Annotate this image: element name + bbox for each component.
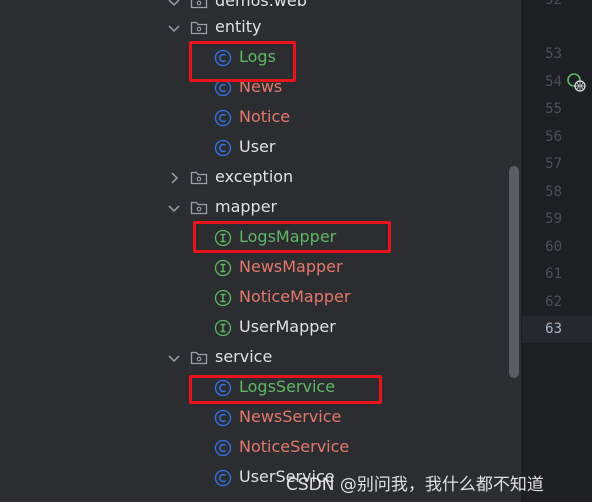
tree-item-newsmapper[interactable]: NewsMapper <box>0 253 505 283</box>
project-tree: demos.web entity Logs News Notice User except… <box>0 0 522 502</box>
line-number[interactable]: 58 <box>522 182 562 202</box>
tree-item-mapper[interactable]: mapper <box>0 193 505 223</box>
highlight-box-logsmapper <box>193 221 391 253</box>
line-number[interactable]: 62 <box>522 292 562 312</box>
chevron-right-icon[interactable] <box>166 170 182 186</box>
tree-item-noticeservice[interactable]: NoticeService <box>0 433 505 463</box>
class-icon <box>214 139 232 157</box>
tree-item-usermapper[interactable]: UserMapper <box>0 313 505 343</box>
line-number[interactable]: 55 <box>522 99 562 119</box>
tree-item-label: NoticeMapper <box>239 287 351 306</box>
tree-item-label: NewsMapper <box>239 257 343 276</box>
tree-item-label: entity <box>215 17 262 36</box>
package-folder-icon <box>190 201 208 215</box>
tree-item-label: mapper <box>215 197 278 216</box>
class-icon <box>214 439 232 457</box>
class-icon <box>214 109 232 127</box>
line-number[interactable]: 60 <box>522 237 562 257</box>
tree-item-newsservice[interactable]: NewsService <box>0 403 505 433</box>
tree-item-label: NewsService <box>239 407 342 426</box>
web-endpoint-icon[interactable] <box>566 72 586 92</box>
line-number[interactable]: 54 <box>522 72 562 92</box>
watermark: CSDN @别问我，我什么都不知道 <box>286 475 544 495</box>
tree-item-label: exception <box>215 167 294 186</box>
line-number[interactable]: 59 <box>522 209 562 229</box>
class-icon <box>214 409 232 427</box>
package-folder-icon <box>190 171 208 185</box>
line-number[interactable]: 53 <box>522 44 562 64</box>
line-number[interactable]: 52 <box>522 0 562 10</box>
tree-item-label: UserMapper <box>239 317 336 336</box>
highlight-box-logsservice <box>189 375 382 404</box>
chevron-down-icon[interactable] <box>166 200 182 216</box>
tree-item-label: demos.web <box>215 0 307 10</box>
chevron-down-icon[interactable] <box>166 0 182 10</box>
class-icon <box>214 469 232 487</box>
tree-item-label: NoticeService <box>239 437 350 456</box>
tree-item-label: service <box>215 347 273 366</box>
line-number[interactable]: 63 <box>522 319 562 339</box>
line-number[interactable]: 61 <box>522 264 562 284</box>
vertical-scrollbar[interactable] <box>509 166 519 378</box>
line-number[interactable]: 56 <box>522 127 562 147</box>
package-folder-icon <box>190 351 208 365</box>
package-folder-icon <box>190 0 208 9</box>
tree-item-noticemapper[interactable]: NoticeMapper <box>0 283 505 313</box>
highlight-box-logs <box>189 41 296 82</box>
interface-icon <box>214 289 232 307</box>
package-folder-icon <box>190 21 208 35</box>
tree-item-notice[interactable]: Notice <box>0 103 505 133</box>
chevron-down-icon[interactable] <box>166 350 182 366</box>
tree-item-label: Notice <box>239 107 291 126</box>
interface-icon <box>214 319 232 337</box>
tree-item-entity[interactable]: entity <box>0 13 505 43</box>
tree-item-service[interactable]: service <box>0 343 505 373</box>
tree-item-exception[interactable]: exception <box>0 163 505 193</box>
interface-icon <box>214 259 232 277</box>
tree-item-label: User <box>239 137 276 156</box>
line-number[interactable]: 57 <box>522 154 562 174</box>
tree-item-user[interactable]: User <box>0 133 505 163</box>
chevron-down-icon[interactable] <box>166 20 182 36</box>
